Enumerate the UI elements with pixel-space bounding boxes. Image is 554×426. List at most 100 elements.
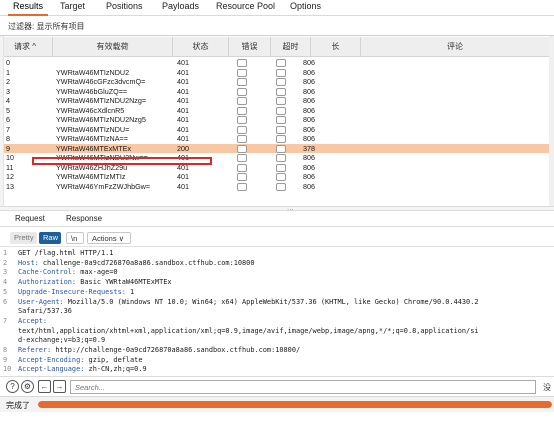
table-scrollbar[interactable] bbox=[549, 36, 554, 206]
tab-target[interactable]: Target bbox=[60, 0, 85, 16]
response-length: 806 bbox=[303, 115, 315, 124]
header-name: Accept-Language: bbox=[18, 365, 85, 374]
table-row[interactable]: 2 YWRtaW46cGFzc3dvcmQ= 401 806 bbox=[4, 77, 549, 87]
col-payload[interactable]: 有效载荷 bbox=[53, 37, 173, 57]
arrow-left-icon[interactable]: ← bbox=[38, 380, 51, 393]
line-number: 1 bbox=[3, 249, 8, 257]
request-response-tabs: Request Response bbox=[0, 211, 554, 227]
header-name: Accept: bbox=[18, 316, 48, 325]
status-code: 401 bbox=[177, 134, 189, 143]
error-checkbox bbox=[237, 97, 247, 105]
header-value: GET /flag.html HTTP/1.1 bbox=[18, 249, 114, 257]
highlight-box bbox=[32, 157, 212, 165]
payload-value: YWRtaW46bGluZQ== bbox=[56, 86, 128, 96]
response-length: 806 bbox=[303, 124, 315, 134]
search-input[interactable] bbox=[70, 380, 536, 394]
arrow-right-icon[interactable]: → bbox=[53, 380, 66, 393]
table-row[interactable]: 7 YWRtaW46MTIzNDU= 401 806 bbox=[4, 125, 549, 135]
view-mode-bar: Pretty Raw \n Actions ∨ bbox=[0, 228, 554, 247]
status-code: 401 bbox=[177, 67, 189, 77]
top-tab-bar: Results Target Positions Payloads Resour… bbox=[0, 0, 554, 16]
table-row[interactable]: 0 401 806 bbox=[4, 58, 549, 68]
response-length: 806 bbox=[303, 86, 315, 96]
timeout-checkbox bbox=[276, 163, 286, 172]
raw-button[interactable]: Raw bbox=[39, 232, 61, 244]
timeout-checkbox bbox=[276, 135, 286, 143]
timeout-checkbox bbox=[276, 154, 286, 162]
tab-response[interactable]: Response bbox=[66, 214, 102, 223]
table-row[interactable]: 12 YWRtaW46MTIzMTIz 401 806 bbox=[4, 172, 549, 182]
response-length: 378 bbox=[303, 143, 315, 153]
table-row[interactable]: 8 YWRtaW46MTIzNA== 401 806 bbox=[4, 134, 549, 144]
header-name: Authorization: bbox=[18, 278, 77, 287]
pretty-button[interactable]: Pretty bbox=[10, 232, 37, 244]
request-number: 3 bbox=[6, 86, 10, 96]
col-request[interactable]: 请求 ^ bbox=[4, 37, 53, 57]
response-length: 806 bbox=[303, 96, 315, 105]
line-number: 2 bbox=[3, 258, 8, 267]
header-value: challenge-0a9cd726870a8a86.sandbox.ctfhu… bbox=[38, 258, 255, 267]
error-checkbox bbox=[237, 68, 247, 77]
tab-request[interactable]: Request bbox=[15, 214, 45, 223]
status-code: 401 bbox=[177, 105, 189, 115]
line-number: 4 bbox=[3, 278, 8, 287]
col-length[interactable]: 长 bbox=[311, 37, 361, 57]
error-checkbox bbox=[237, 182, 247, 191]
table-row[interactable]: 13 YWRtaW46YmFzZWJhbGw= 401 806 bbox=[4, 182, 549, 192]
request-editor[interactable]: 1 GET /flag.html HTTP/1.1 2 Host: challenge… bbox=[0, 248, 554, 375]
table-row[interactable]: 3 YWRtaW46bGluZQ== 401 806 bbox=[4, 87, 549, 97]
filter-bar[interactable]: 过滤器: 显示所有项目 bbox=[0, 16, 554, 36]
response-length: 806 bbox=[303, 105, 315, 115]
table-header: 请求 ^ 有效载荷 状态 错误 超时 长 评论 bbox=[4, 37, 549, 57]
table-row[interactable]: 1 YWRtaW46MTIzNDU2 401 806 bbox=[4, 68, 549, 78]
response-length: 806 bbox=[303, 162, 315, 172]
header-value: http://challenge-0a9cd726870a8a86.sandbo… bbox=[51, 346, 301, 354]
tab-payloads[interactable]: Payloads bbox=[162, 0, 199, 16]
timeout-checkbox bbox=[276, 87, 286, 96]
table-row[interactable]: 6 YWRtaW46MTIzNDU2Nzg5 401 806 bbox=[4, 115, 549, 125]
request-number: 5 bbox=[6, 105, 10, 115]
tab-options[interactable]: Options bbox=[290, 0, 321, 16]
col-timeout[interactable]: 超时 bbox=[271, 37, 311, 57]
payload-value: YWRtaW46MTIzMTIz bbox=[56, 172, 126, 181]
request-number: 2 bbox=[6, 77, 10, 86]
status-code: 401 bbox=[177, 77, 189, 86]
gear-icon[interactable]: ⚙ bbox=[21, 380, 34, 393]
header-name: Accept-Encoding: bbox=[18, 355, 85, 364]
search-match-count: 没 bbox=[543, 383, 551, 392]
table-row[interactable]: 4 YWRtaW46MTIzNDU2Nzg= 401 806 bbox=[4, 96, 549, 106]
tab-results[interactable]: Results bbox=[8, 0, 48, 16]
status-code: 401 bbox=[177, 96, 189, 105]
error-checkbox bbox=[237, 154, 247, 162]
payload-value: YWRtaW46YmFzZWJhbGw= bbox=[56, 181, 151, 191]
response-length: 806 bbox=[303, 181, 315, 191]
newline-toggle-button[interactable]: \n bbox=[66, 232, 84, 244]
header-name: Host: bbox=[18, 258, 39, 267]
request-number: 1 bbox=[6, 67, 10, 77]
status-code: 401 bbox=[177, 124, 189, 134]
actions-dropdown[interactable]: Actions ∨ bbox=[87, 232, 131, 244]
header-name: Upgrade-Insecure-Requests: bbox=[18, 287, 126, 296]
response-length: 806 bbox=[303, 67, 315, 77]
request-number: 13 bbox=[6, 181, 14, 191]
payload-value: YWRtaW46MTIzNDU2Nzg= bbox=[56, 96, 147, 105]
timeout-checkbox bbox=[276, 144, 286, 153]
tab-positions[interactable]: Positions bbox=[106, 0, 143, 16]
header-value: Mozilla/5.0 (Windows NT 10.0; Win64; x64… bbox=[63, 297, 479, 306]
request-number: 9 bbox=[6, 143, 10, 153]
header-value: d-exchange;v=b3;q=0.9 bbox=[18, 336, 106, 345]
help-icon[interactable]: ? bbox=[6, 380, 19, 393]
col-comment[interactable]: 评论 bbox=[361, 37, 549, 57]
payload-value: YWRtaW46MTIzNA== bbox=[56, 134, 128, 143]
tab-resource-pool[interactable]: Resource Pool bbox=[216, 0, 275, 16]
request-line: Cache-Control: max-age=0 bbox=[18, 268, 118, 276]
request-line: GET /flag.html HTTP/1.1 bbox=[18, 249, 113, 257]
payload-value: YWRtaW46MTIzNDU= bbox=[56, 124, 130, 134]
table-row[interactable]: 5 YWRtaW46cXdlcnR5 401 806 bbox=[4, 106, 549, 116]
header-value: max-age=0 bbox=[76, 268, 118, 277]
table-row[interactable]: 9 YWRtaW46MTExMTEx 200 378 bbox=[4, 143, 549, 153]
col-error[interactable]: 错误 bbox=[229, 37, 271, 57]
timeout-checkbox bbox=[276, 68, 286, 77]
request-number: 6 bbox=[6, 115, 10, 124]
col-status[interactable]: 状态 bbox=[173, 37, 229, 57]
